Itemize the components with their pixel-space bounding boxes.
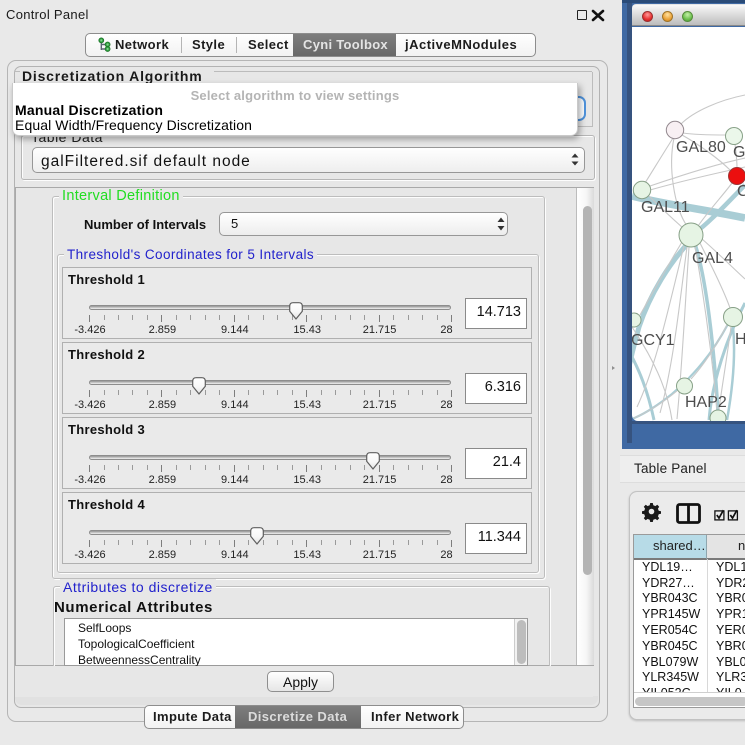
svg-text:HAP2: HAP2 [685,394,727,411]
svg-text:GAL11: GAL11 [641,199,690,216]
svg-text:GAL4: GAL4 [692,250,733,267]
svg-text:GA: GA [733,144,745,161]
svg-text:GCY1: GCY1 [632,332,675,349]
svg-text:C: C [737,183,745,200]
svg-text:GAL80: GAL80 [676,139,726,156]
svg-text:H: H [735,331,745,348]
